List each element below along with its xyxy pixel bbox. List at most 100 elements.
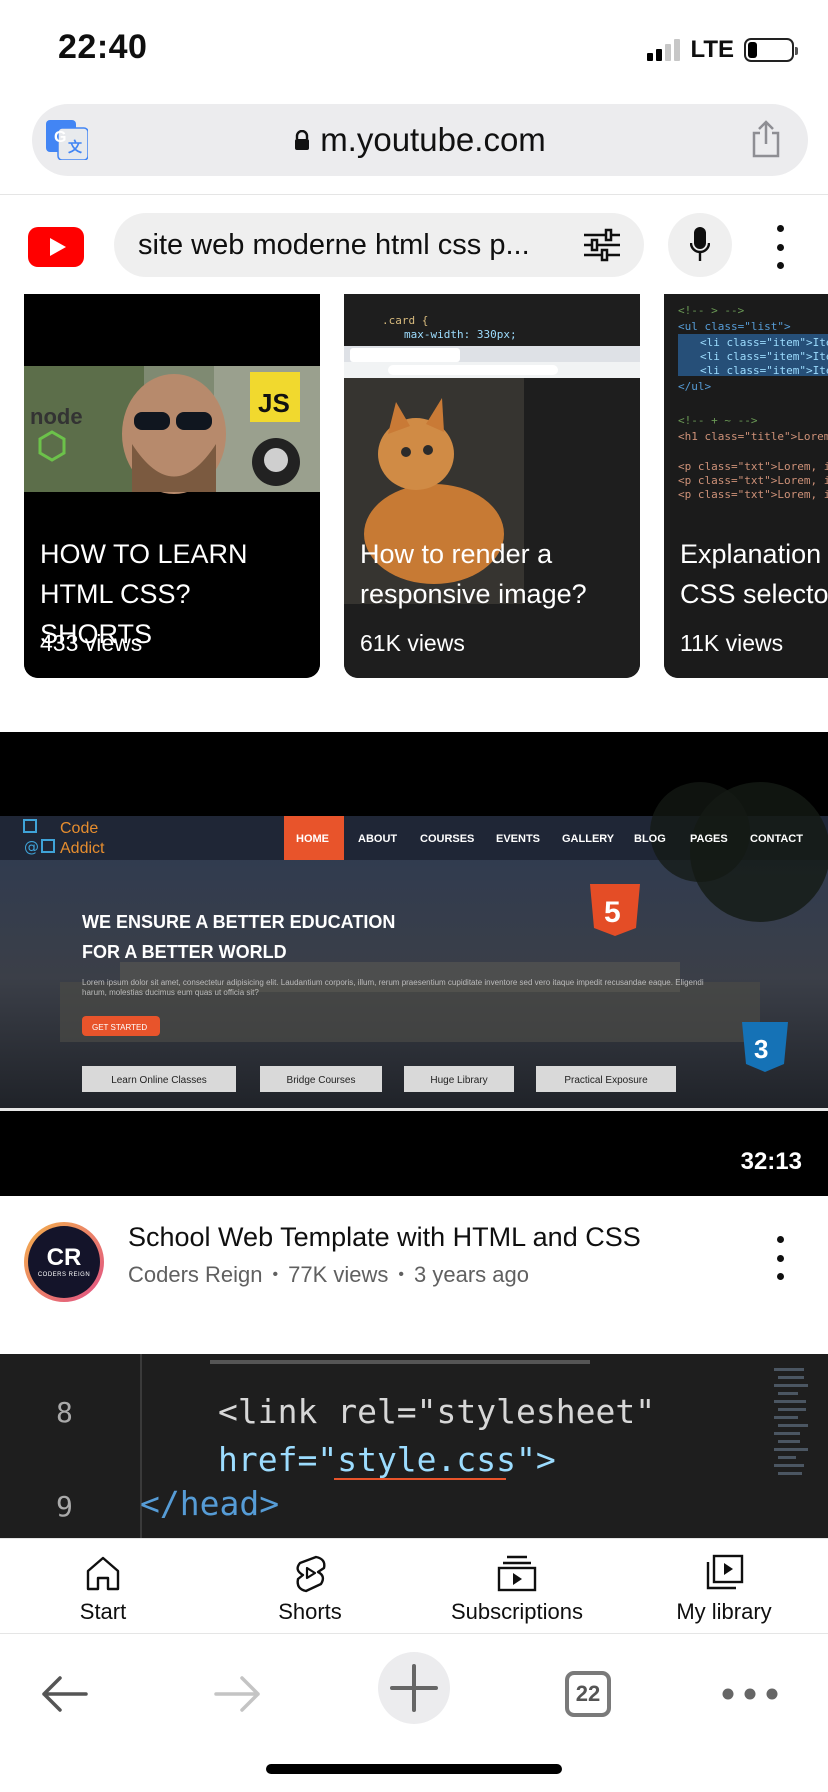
nav-subscriptions[interactable]: Subscriptions bbox=[417, 1553, 617, 1625]
microphone-icon bbox=[690, 227, 710, 261]
thumbnail-feature-label: Practical Exposure bbox=[564, 1075, 648, 1086]
nav-library[interactable]: My library bbox=[624, 1553, 824, 1625]
youtube-logo-icon[interactable] bbox=[28, 227, 84, 267]
short-views: 11K views bbox=[680, 630, 784, 656]
tab-count: 22 bbox=[565, 1671, 611, 1717]
line-number: 9 bbox=[56, 1490, 73, 1523]
lock-icon bbox=[295, 130, 310, 150]
forward-button[interactable] bbox=[198, 1662, 278, 1726]
clipped-code-line bbox=[0, 1354, 828, 1372]
svg-text:Code: Code bbox=[60, 820, 98, 837]
library-icon bbox=[706, 1554, 744, 1590]
separator-dot: • bbox=[398, 1266, 405, 1283]
shorts-shelf: JS node HOW TO LEARN HTML CSS? SHORTS 43… bbox=[0, 294, 828, 678]
voice-search-button[interactable] bbox=[668, 213, 732, 277]
network-label: LTE bbox=[690, 36, 734, 63]
video-info[interactable]: CR CODERS REIGN School Web Template with… bbox=[0, 1196, 828, 1356]
home-indicator bbox=[266, 1764, 562, 1774]
svg-text:<p class="txt">Lorem, ip: <p class="txt">Lorem, ip bbox=[678, 460, 828, 473]
svg-text:WE ENSURE A BETTER EDUCATION: WE ENSURE A BETTER EDUCATION bbox=[82, 912, 395, 932]
code-video-thumbnail[interactable]: 8 <link rel="stylesheet" href="style.css… bbox=[0, 1354, 828, 1538]
short-card[interactable]: JS node HOW TO LEARN HTML CSS? SHORTS 43… bbox=[24, 294, 320, 678]
svg-text:<li class="item">Ite: <li class="item">Ite bbox=[700, 364, 828, 377]
url-text: m.youtube.com bbox=[320, 121, 546, 158]
svg-text:<!-- > -->: <!-- > --> bbox=[678, 304, 745, 317]
back-button[interactable] bbox=[24, 1662, 104, 1726]
thumbnail-nav-item: CONTACT bbox=[750, 833, 803, 845]
youtube-header: site web moderne html css p... bbox=[0, 194, 828, 294]
tabs-button[interactable]: 22 bbox=[548, 1662, 628, 1726]
signal-icon bbox=[647, 39, 681, 61]
code-underline bbox=[334, 1478, 506, 1480]
video-more-options-icon[interactable] bbox=[768, 1236, 792, 1280]
short-views: 433 views bbox=[40, 630, 143, 656]
upload-age: 3 years ago bbox=[414, 1262, 529, 1287]
video-subtitle: Coders Reign • 77K views • 3 years ago bbox=[128, 1262, 529, 1288]
filter-icon[interactable] bbox=[582, 227, 622, 263]
svg-text:5: 5 bbox=[604, 896, 621, 929]
more-horizontal-icon bbox=[722, 1688, 778, 1700]
svg-text:max-width: 330px;: max-width: 330px; bbox=[404, 328, 517, 341]
separator-dot: • bbox=[272, 1266, 279, 1283]
nav-label: My library bbox=[676, 1599, 772, 1624]
js-logo-text: JS bbox=[258, 388, 290, 418]
share-icon[interactable] bbox=[750, 120, 782, 158]
more-options-icon[interactable] bbox=[768, 225, 792, 269]
code-line: <link rel="stylesheet" bbox=[218, 1392, 656, 1431]
thumbnail-nav-item: HOME bbox=[296, 833, 329, 845]
svg-text:@: @ bbox=[24, 838, 39, 856]
svg-text:</ul>: </ul> bbox=[678, 380, 711, 393]
thumbnail-nav-item: COURSES bbox=[420, 833, 474, 845]
svg-text:<p class="txt">Lorem, ip: <p class="txt">Lorem, ip bbox=[678, 474, 828, 487]
thumbnail-nav-item: ABOUT bbox=[358, 833, 397, 845]
address-bar[interactable]: G 文 m.youtube.com bbox=[32, 104, 808, 176]
thumbnail-nav-item: EVENTS bbox=[496, 833, 540, 845]
subscriptions-icon bbox=[497, 1555, 537, 1592]
search-query[interactable]: site web moderne html css p... bbox=[138, 229, 548, 262]
short-card[interactable]: <!-- > --> <ul class="list"> <li class="… bbox=[664, 294, 828, 678]
code-line: href="style.css"> bbox=[218, 1440, 556, 1479]
nav-shorts[interactable]: Shorts bbox=[210, 1553, 410, 1625]
search-box[interactable]: site web moderne html css p... bbox=[114, 213, 644, 277]
url-display[interactable]: m.youtube.com bbox=[32, 104, 808, 176]
browser-menu-button[interactable] bbox=[710, 1662, 790, 1726]
video-thumbnail[interactable]: @ Code Addict HOME ABOUT COURSES EVENTS GALL… bbox=[0, 732, 828, 1196]
thumbnail-nav-item: PAGES bbox=[690, 833, 728, 845]
thumbnail-nav-item: BLOG bbox=[634, 833, 666, 845]
line-number: 8 bbox=[56, 1396, 73, 1429]
arrow-left-icon bbox=[42, 1676, 88, 1712]
new-tab-button[interactable] bbox=[378, 1652, 450, 1724]
svg-text:FOR A BETTER WORLD: FOR A BETTER WORLD bbox=[82, 942, 287, 962]
nav-label: Start bbox=[79, 1599, 127, 1624]
clipped-line-graphic bbox=[210, 1360, 590, 1364]
home-icon bbox=[86, 1556, 120, 1591]
nav-label: Shorts bbox=[278, 1599, 342, 1624]
minimap bbox=[770, 1364, 814, 1484]
thumbnail-feature-label: Huge Library bbox=[430, 1075, 487, 1086]
nav-start[interactable]: Start bbox=[3, 1553, 203, 1625]
arrow-right-icon bbox=[214, 1676, 260, 1712]
video-duration: 32:13 bbox=[740, 1148, 802, 1175]
code-line: </head> bbox=[140, 1484, 280, 1523]
channel-avatar[interactable]: CR CODERS REIGN bbox=[24, 1222, 104, 1302]
short-card[interactable]: .card { max-width: 330px; How to render … bbox=[344, 294, 640, 678]
thumbnail-feature-label: Learn Online Classes bbox=[111, 1075, 207, 1086]
browser-toolbar: 22 bbox=[0, 1634, 828, 1792]
shorts-icon bbox=[296, 1555, 326, 1593]
thumbnail-feature-label: Bridge Courses bbox=[287, 1075, 356, 1086]
short-views: 61K views bbox=[360, 630, 465, 656]
avatar-initials: CR bbox=[46, 1244, 82, 1271]
svg-text:3: 3 bbox=[754, 1034, 768, 1064]
svg-text:Addict: Addict bbox=[60, 840, 105, 857]
status-bar: 22:40 LTE bbox=[0, 0, 828, 100]
short-thumbnail: .card { max-width: 330px; bbox=[344, 294, 640, 678]
battery-icon bbox=[744, 38, 798, 62]
svg-text:<h1 class="title">Lorem,: <h1 class="title">Lorem, bbox=[678, 430, 828, 443]
short-title: How to render a responsive image? bbox=[360, 539, 587, 609]
svg-text:<li class="item">Ite: <li class="item">Ite bbox=[700, 336, 828, 349]
status-time: 22:40 bbox=[58, 28, 148, 66]
video-title[interactable]: School Web Template with HTML and CSS bbox=[128, 1222, 728, 1253]
svg-text:<p class="txt">Lorem, ip: <p class="txt">Lorem, ip bbox=[678, 488, 828, 501]
channel-name[interactable]: Coders Reign bbox=[128, 1262, 263, 1288]
svg-text:<li class="item">Ite: <li class="item">Ite bbox=[700, 350, 828, 363]
